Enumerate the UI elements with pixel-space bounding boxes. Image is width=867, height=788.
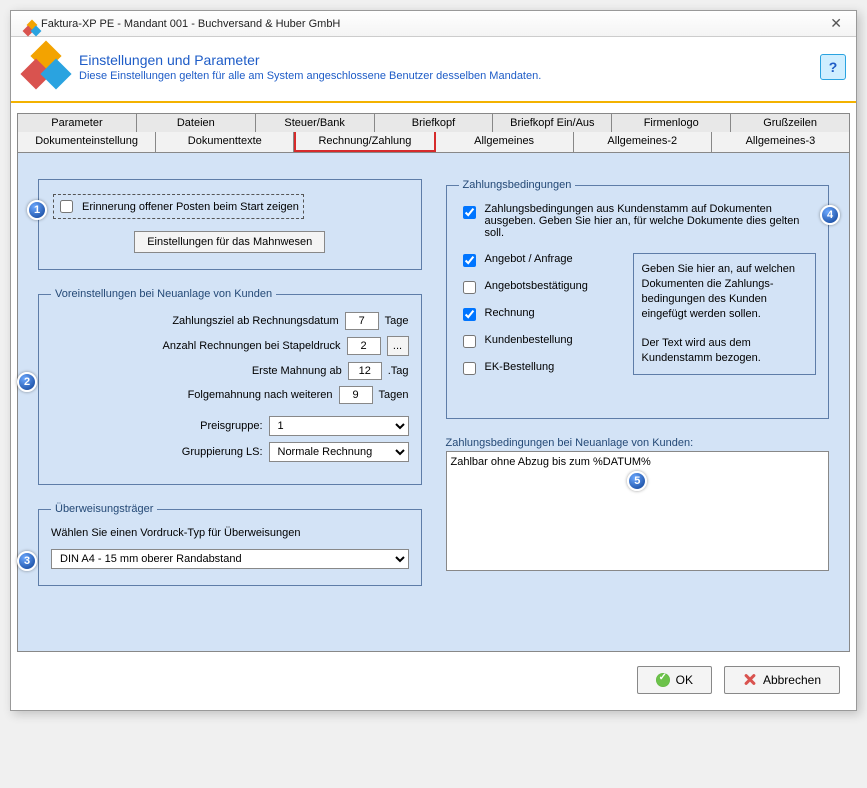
- zb-angebot-label: Angebot / Anfrage: [485, 253, 573, 265]
- tab-briefkopf-ein-aus[interactable]: Briefkopf Ein/Aus: [493, 113, 612, 132]
- callout-4: 4: [820, 205, 840, 225]
- erste-mahnung-label: Erste Mahnung ab: [252, 365, 342, 377]
- tab-briefkopf[interactable]: Briefkopf: [375, 113, 494, 132]
- header-icon: [21, 43, 69, 91]
- ueberweisung-select[interactable]: DIN A4 - 15 mm oberer Randabstand: [51, 549, 409, 569]
- tab-allgemeines-3[interactable]: Allgemeines-3: [712, 132, 850, 152]
- ueberweisung-fieldset: Überweisungsträger 3 Wählen Sie einen Vo…: [38, 503, 422, 586]
- zb-kundenbest-checkbox[interactable]: [463, 335, 476, 348]
- zb-angebotsbest-label: Angebotsbestätigung: [485, 280, 588, 292]
- ueberweisung-text: Wählen Sie einen Vordruck-Typ für Überwe…: [51, 527, 409, 539]
- window: Faktura-XP PE - Mandant 001 - Buchversan…: [10, 10, 857, 711]
- zb-kundenbest-label: Kundenbestellung: [485, 334, 573, 346]
- zb-enable-label: Zahlungsbedingungen aus Kundenstamm auf …: [485, 203, 817, 239]
- zb-ekbest-label: EK-Bestellung: [485, 361, 555, 373]
- folge-label: Folgemahnung nach weiteren: [188, 389, 333, 401]
- close-icon[interactable]: ✕: [824, 15, 848, 32]
- erste-mahnung-unit: .Tag: [388, 365, 409, 377]
- cancel-button[interactable]: Abbrechen: [724, 666, 840, 694]
- zb-neu-textarea[interactable]: [446, 451, 830, 571]
- reminder-checkbox[interactable]: [60, 200, 73, 213]
- callout-5: 5: [627, 471, 647, 491]
- page-subtitle: Diese Einstellungen gelten für alle am S…: [79, 70, 820, 82]
- tab-firmenlogo[interactable]: Firmenlogo: [612, 113, 731, 132]
- footer: OK Abbrechen: [11, 652, 856, 710]
- stapel-label: Anzahl Rechnungen bei Stapeldruck: [163, 340, 341, 352]
- tab-allgemeines-2[interactable]: Allgemeines-2: [574, 132, 712, 152]
- ok-label: OK: [676, 673, 693, 687]
- cancel-icon: [743, 673, 757, 687]
- preisgruppe-select[interactable]: 1: [269, 416, 409, 436]
- ueberweisung-legend: Überweisungsträger: [51, 503, 157, 515]
- zb-info-box: Geben Sie hier an, auf welchen Dokumente…: [633, 253, 817, 375]
- voreinstellungen-fieldset: Voreinstellungen bei Neuanlage von Kunde…: [38, 288, 422, 485]
- tab-grusszeilen[interactable]: Grußzeilen: [731, 113, 850, 132]
- zahlungsziel-input[interactable]: [345, 312, 379, 330]
- app-icon: [19, 16, 35, 32]
- zahlungsbedingungen-fieldset: Zahlungsbedingungen 4 Zahlungsbedingunge…: [446, 179, 830, 419]
- ok-button[interactable]: OK: [637, 666, 712, 694]
- folge-unit: Tagen: [379, 389, 409, 401]
- gruppierung-select[interactable]: Normale Rechnung: [269, 442, 409, 462]
- tab-body: 1 Erinnerung offener Posten beim Start z…: [17, 152, 850, 652]
- stapel-more-button[interactable]: ...: [387, 336, 409, 356]
- erste-mahnung-input[interactable]: [348, 362, 382, 380]
- preisgruppe-label: Preisgruppe:: [200, 420, 262, 432]
- page-title: Einstellungen und Parameter: [79, 52, 820, 68]
- zb-enable-checkbox[interactable]: [463, 206, 476, 219]
- zahlungsbedingungen-legend: Zahlungsbedingungen: [459, 179, 576, 191]
- tab-dateien[interactable]: Dateien: [137, 113, 256, 132]
- tab-dokumenttexte[interactable]: Dokumenttexte: [156, 132, 294, 152]
- zahlungsziel-label: Zahlungsziel ab Rechnungsdatum: [172, 315, 338, 327]
- tab-allgemeines[interactable]: Allgemeines: [436, 132, 574, 152]
- titlebar: Faktura-XP PE - Mandant 001 - Buchversan…: [11, 11, 856, 37]
- zb-angebot-checkbox[interactable]: [463, 254, 476, 267]
- window-title: Faktura-XP PE - Mandant 001 - Buchversan…: [41, 18, 824, 30]
- cancel-label: Abbrechen: [763, 673, 821, 687]
- zb-ekbest-checkbox[interactable]: [463, 362, 476, 375]
- tab-parameter[interactable]: Parameter: [17, 113, 137, 132]
- callout-1: 1: [27, 200, 47, 220]
- callout-3: 3: [17, 551, 37, 571]
- tab-rechnung-zahlung[interactable]: Rechnung/Zahlung: [294, 132, 435, 152]
- callout-2: 2: [17, 372, 37, 392]
- tab-steuer-bank[interactable]: Steuer/Bank: [256, 113, 375, 132]
- help-button[interactable]: ?: [820, 54, 846, 80]
- voreinstellungen-legend: Voreinstellungen bei Neuanlage von Kunde…: [51, 288, 276, 300]
- zb-rechnung-label: Rechnung: [485, 307, 535, 319]
- tabs: Parameter Dateien Steuer/Bank Briefkopf …: [17, 113, 850, 652]
- zb-angebotsbest-checkbox[interactable]: [463, 281, 476, 294]
- ok-icon: [656, 673, 670, 687]
- reminder-checkbox-label: Erinnerung offener Posten beim Start zei…: [82, 201, 299, 213]
- dunning-settings-button[interactable]: Einstellungen für das Mahnwesen: [134, 231, 325, 253]
- gruppierung-label: Gruppierung LS:: [182, 446, 263, 458]
- reminder-checkbox-wrap[interactable]: Erinnerung offener Posten beim Start zei…: [53, 194, 304, 219]
- zb-neu-label: Zahlungsbedingungen bei Neuanlage von Ku…: [446, 437, 830, 449]
- header: Einstellungen und Parameter Diese Einste…: [11, 37, 856, 103]
- folge-input[interactable]: [339, 386, 373, 404]
- zb-rechnung-checkbox[interactable]: [463, 308, 476, 321]
- zahlungsziel-unit: Tage: [385, 315, 409, 327]
- tab-dokumenteinstellung[interactable]: Dokumenteinstellung: [17, 132, 156, 152]
- stapel-input[interactable]: [347, 337, 381, 355]
